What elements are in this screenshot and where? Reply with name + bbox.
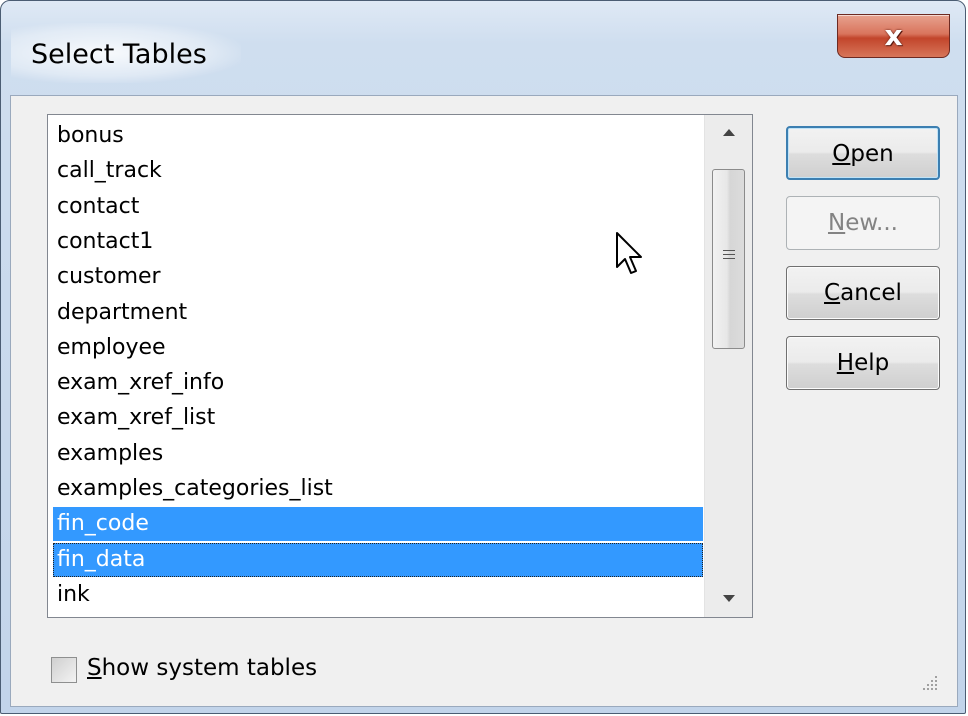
size-grip-icon[interactable]	[921, 674, 939, 692]
scroll-up-arrow-icon	[723, 129, 735, 136]
title-bar[interactable]: Select Tables x	[1, 1, 965, 97]
scroll-thumb-grip	[723, 250, 735, 262]
table-list-item[interactable]: fin_data	[53, 542, 703, 577]
open-button-accelerator: O	[832, 141, 851, 167]
close-button[interactable]: x	[837, 14, 950, 58]
help-button-accelerator: H	[836, 350, 855, 376]
table-list-item[interactable]: ink	[53, 578, 703, 612]
scroll-down-arrow-icon	[723, 595, 735, 602]
new-button[interactable]: New...	[786, 196, 940, 250]
new-button-label: ew...	[845, 210, 898, 236]
cancel-button[interactable]: Cancel	[786, 266, 940, 320]
table-list-item[interactable]: fin_code	[53, 507, 703, 542]
open-button[interactable]: Open	[786, 126, 940, 180]
close-icon: x	[884, 19, 903, 52]
cancel-button-accelerator: C	[824, 280, 841, 306]
new-button-accelerator: N	[827, 210, 846, 236]
help-button-label: elp	[854, 350, 890, 376]
help-button[interactable]: Help	[786, 336, 940, 390]
open-button-label: pen	[850, 141, 894, 167]
table-list-item[interactable]: bonus	[53, 119, 703, 153]
select-tables-dialog: Select Tables x bonus call_track contact co…	[0, 0, 966, 714]
table-list-item[interactable]: employee	[53, 331, 703, 365]
scroll-up-button[interactable]	[705, 115, 752, 155]
table-list-item[interactable]: examples	[53, 437, 703, 471]
vertical-scrollbar[interactable]	[704, 115, 752, 617]
show-system-tables-accelerator: S	[87, 655, 102, 681]
table-list-item[interactable]: examples_categories_list	[53, 472, 703, 506]
dialog-title: Select Tables	[31, 39, 207, 70]
table-list-item[interactable]: call_track	[53, 154, 703, 188]
table-list-item[interactable]: contact	[53, 190, 703, 224]
cancel-button-label: ancel	[840, 280, 902, 306]
table-list-item[interactable]: contact1	[53, 225, 703, 259]
table-list-item[interactable]: exam_xref_info	[53, 366, 703, 400]
tables-listbox[interactable]: bonus call_track contact contact1 customer de…	[47, 114, 753, 618]
scroll-down-button[interactable]	[705, 577, 752, 617]
table-list-item[interactable]: customer	[53, 260, 703, 294]
show-system-tables-label[interactable]: Show system tables	[87, 655, 317, 681]
table-list-item[interactable]: department	[53, 296, 703, 330]
table-list-item[interactable]: exam_xref_list	[53, 401, 703, 435]
show-system-tables-checkbox[interactable]	[51, 657, 77, 683]
mouse-pointer-icon	[615, 231, 645, 281]
dialog-body: bonus call_track contact contact1 customer de…	[10, 95, 958, 707]
show-system-tables-text: how system tables	[101, 655, 318, 681]
scroll-thumb[interactable]	[712, 169, 745, 349]
